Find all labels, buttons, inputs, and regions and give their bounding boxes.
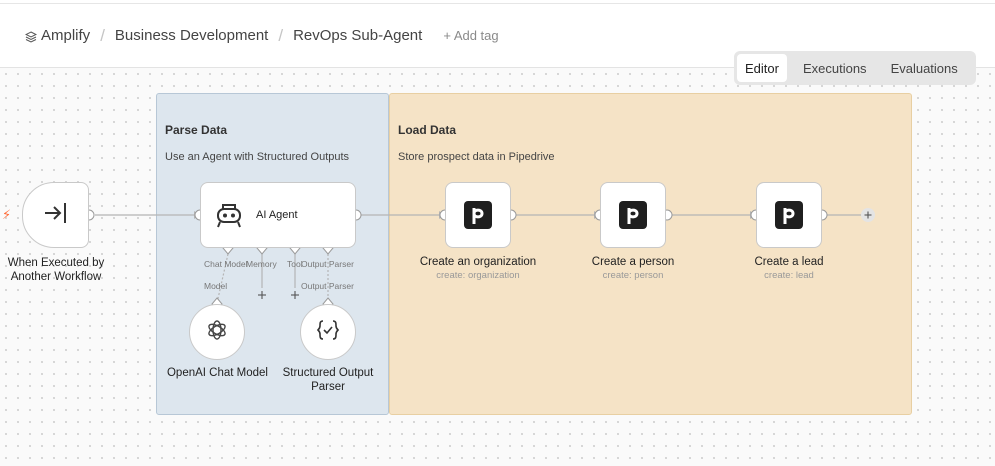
node-trigger-label: When Executed by Another Workflow	[7, 257, 105, 283]
node-openai-chat-model[interactable]	[189, 304, 245, 360]
pipedrive-icon	[464, 201, 492, 229]
node-trigger[interactable]	[22, 182, 89, 248]
node-structured-output-parser[interactable]	[300, 304, 356, 360]
robot-icon	[214, 200, 244, 235]
node-org-label: Create an organization	[419, 256, 537, 268]
node-ai-agent-label: AI Agent	[256, 209, 298, 221]
port-memory-label: Memory	[246, 259, 277, 269]
link-output-parser-label: Output Parser	[301, 281, 354, 291]
enter-arrow-icon	[41, 198, 71, 233]
port-output-parser-label: Output Parser	[301, 259, 354, 269]
node-create-lead[interactable]	[756, 182, 822, 248]
node-org-sublabel: create: organization	[436, 270, 520, 281]
braces-check-icon	[315, 317, 341, 348]
node-create-person[interactable]	[600, 182, 666, 248]
node-lead-sublabel: create: lead	[764, 270, 814, 281]
link-model-label: Model	[204, 281, 228, 291]
node-person-label: Create a person	[591, 256, 675, 268]
node-person-sublabel: create: person	[602, 270, 664, 281]
openai-icon	[205, 318, 229, 347]
node-lead-label: Create a lead	[754, 256, 824, 268]
node-openai-label: OpenAI Chat Model	[166, 367, 268, 379]
pipedrive-icon	[619, 201, 647, 229]
port-chat-model-label: Chat Model	[204, 259, 248, 269]
trigger-bolt-icon: ⚡	[2, 207, 12, 222]
pipedrive-icon	[775, 201, 803, 229]
node-create-organization[interactable]	[445, 182, 511, 248]
node-parser-label: Structured Output Parser	[282, 367, 374, 393]
